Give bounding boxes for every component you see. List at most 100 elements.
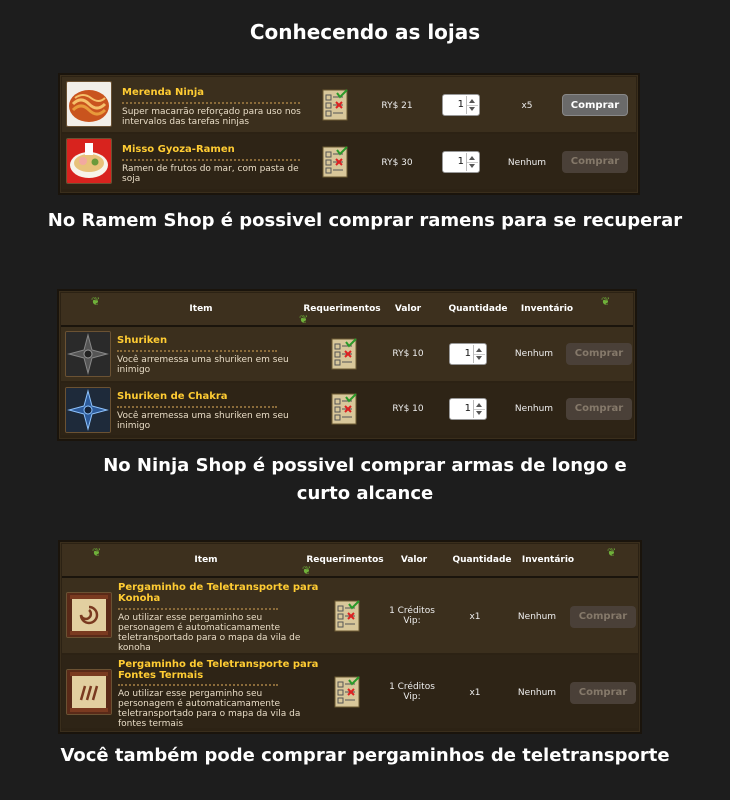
- requirements-checklist-icon[interactable]: [322, 146, 348, 178]
- description-line: Você arremessa uma shuriken em seu: [117, 411, 289, 421]
- leaf-decoration-icon: ❦: [607, 546, 617, 559]
- quantity-stepper[interactable]: 1: [449, 343, 487, 365]
- requirements-checklist-icon[interactable]: [331, 393, 357, 425]
- item-description: Ramen de frutos do mar, com pasta de soj…: [122, 164, 299, 184]
- buy-button[interactable]: Comprar: [566, 398, 632, 420]
- item-name: Pergaminho de Teletransporte para Konoha: [118, 582, 318, 604]
- item-description: Super macarrão reforçado para uso nos in…: [122, 107, 301, 127]
- description-line: inimigo: [117, 365, 151, 375]
- stepper-down-icon[interactable]: [469, 164, 475, 168]
- stepper-up-icon[interactable]: [469, 156, 475, 160]
- price-line: 1 Créditos: [389, 682, 435, 692]
- description-line: teletransportado para o mapa da vila da: [118, 709, 301, 719]
- item-price: RY$ 10: [392, 349, 424, 359]
- divider: [118, 608, 278, 610]
- fontes-termais-scroll-image: [66, 669, 112, 715]
- stepper-arrows[interactable]: [473, 345, 485, 363]
- item-name: Shuriken de Chakra: [117, 391, 228, 402]
- column-header-requirements: Requerimentos: [303, 304, 381, 314]
- inventory-count: Nenhum: [514, 349, 554, 359]
- item-name: Misso Gyoza-Ramen: [122, 144, 235, 155]
- description-line: konoha: [118, 643, 151, 653]
- description-line: Você arremessa uma shuriken em seu: [117, 355, 289, 365]
- quantity-value: 1: [457, 99, 464, 110]
- quantity-value: 1: [464, 348, 471, 359]
- item-name-line: Pergaminho de Teletransporte para: [118, 582, 319, 593]
- stepper-down-icon[interactable]: [469, 107, 475, 111]
- divider: [122, 159, 300, 161]
- column-header-item: Item: [189, 304, 213, 314]
- description-line: inimigo: [117, 421, 151, 431]
- quantity-stepper[interactable]: 1: [442, 94, 480, 116]
- item-name: Merenda Ninja: [122, 87, 205, 98]
- item-name-line: Konoha: [118, 593, 161, 604]
- description-line: fontes termais: [118, 719, 184, 729]
- requirements-checklist-icon[interactable]: [331, 338, 357, 370]
- column-header-item: Item: [194, 555, 218, 565]
- requirements-checklist-icon[interactable]: [322, 89, 348, 121]
- caption-line: No Ninja Shop é possivel comprar armas d…: [103, 455, 627, 476]
- stepper-down-icon[interactable]: [476, 411, 482, 415]
- list-item: Misso Gyoza-Ramen Ramen de frutos do mar…: [62, 134, 636, 189]
- requirements-checklist-icon[interactable]: [334, 600, 360, 632]
- inventory-count: Nenhum: [517, 612, 557, 622]
- ninja-shop-caption: No Ninja Shop é possivel comprar armas d…: [0, 452, 730, 508]
- merenda-ninja-image: [66, 81, 112, 127]
- buy-button[interactable]: Comprar: [570, 682, 636, 704]
- misso-gyoza-ramen-image: [66, 138, 112, 184]
- stepper-arrows[interactable]: [473, 400, 485, 418]
- column-header-requirements: Requerimentos: [306, 555, 384, 565]
- list-item: Pergaminho de Teletransporte para Fontes…: [62, 655, 638, 729]
- description-line: personagem é automaticamamente: [118, 623, 281, 633]
- shuriken-de-chakra-image: [65, 387, 111, 433]
- caption-line: curto alcance: [296, 483, 434, 504]
- stepper-up-icon[interactable]: [476, 348, 482, 352]
- divider: [117, 350, 277, 352]
- inventory-count: Nenhum: [507, 158, 547, 168]
- scroll-shop-panel: ❦ ❦ ❦ Item Requerimentos Valor Quantidad…: [58, 540, 642, 734]
- quantity-value: 1: [464, 403, 471, 414]
- buy-button[interactable]: Comprar: [562, 94, 628, 116]
- quantity-stepper[interactable]: 1: [442, 151, 480, 173]
- divider: [118, 684, 278, 686]
- buy-button[interactable]: Comprar: [570, 606, 636, 628]
- scroll-shop-caption: Você também pode comprar pergaminhos de …: [60, 745, 670, 766]
- stepper-arrows[interactable]: [466, 96, 478, 114]
- leaf-decoration-icon: ❦: [91, 295, 101, 308]
- buy-button[interactable]: Comprar: [566, 343, 632, 365]
- stepper-down-icon[interactable]: [476, 356, 482, 360]
- shuriken-image: [65, 331, 111, 377]
- item-description: Ao utilizar esse pergaminho seu personag…: [118, 613, 300, 653]
- ramen-shop-caption: No Ramem Shop é possivel comprar ramens …: [47, 210, 683, 231]
- requirements-checklist-icon[interactable]: [334, 676, 360, 708]
- table-header: ❦ ❦ ❦ Item Requerimentos Valor Quantidad…: [61, 293, 633, 327]
- column-header-value: Valor: [394, 304, 422, 314]
- leaf-decoration-icon: ❦: [601, 295, 611, 308]
- item-price: RY$ 30: [381, 158, 413, 168]
- stepper-up-icon[interactable]: [476, 403, 482, 407]
- list-item: Shuriken de Chakra Você arremessa uma sh…: [61, 383, 633, 435]
- description-line: Ao utilizar esse pergaminho seu: [118, 613, 263, 623]
- stepper-arrows[interactable]: [466, 153, 478, 171]
- quantity-stepper[interactable]: 1: [449, 398, 487, 420]
- description-line: Ramen de frutos do mar, com pasta de: [122, 164, 299, 174]
- leaf-decoration-icon: ❦: [302, 564, 312, 577]
- list-item: Pergaminho de Teletransporte para Konoha…: [62, 578, 638, 653]
- stepper-up-icon[interactable]: [469, 99, 475, 103]
- item-price: 1 Créditos Vip:: [380, 606, 444, 626]
- column-header-inventory: Inventário: [521, 555, 575, 565]
- description-line: personagem é automaticamamente: [118, 699, 281, 709]
- buy-button[interactable]: Comprar: [562, 151, 628, 173]
- item-name-line: Fontes Termais: [118, 670, 204, 681]
- column-header-quantity: Quantidade: [452, 555, 512, 565]
- inventory-count: Nenhum: [517, 688, 557, 698]
- item-description: Você arremessa uma shuriken em seu inimi…: [117, 411, 289, 431]
- price-line: Vip:: [403, 616, 421, 626]
- page-title: Conhecendo as lojas: [249, 20, 481, 44]
- inventory-count: Nenhum: [514, 404, 554, 414]
- item-price: RY$ 10: [392, 404, 424, 414]
- item-price: RY$ 21: [381, 101, 413, 111]
- item-name: Pergaminho de Teletransporte para Fontes…: [118, 659, 318, 681]
- leaf-decoration-icon: ❦: [92, 546, 102, 559]
- item-name: Shuriken: [117, 335, 168, 346]
